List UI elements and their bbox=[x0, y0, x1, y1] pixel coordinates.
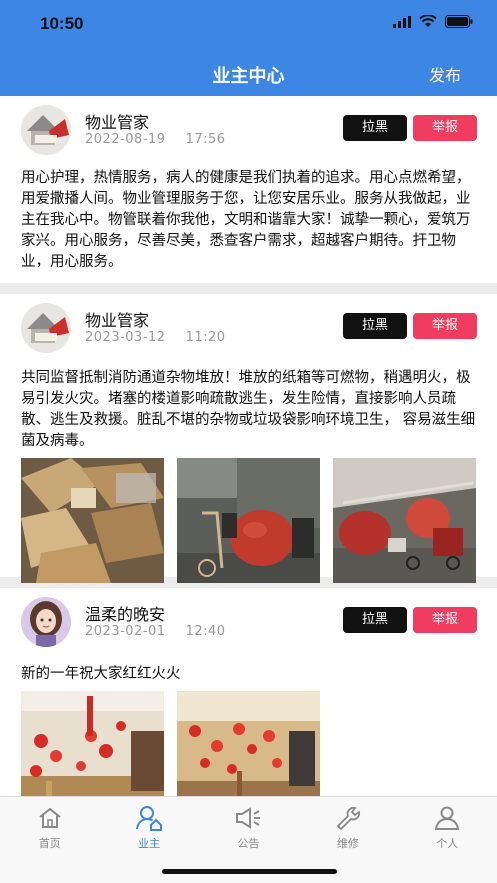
post-timestamp: 2022-08-19 17:56 bbox=[85, 132, 246, 147]
post-image[interactable] bbox=[333, 458, 476, 583]
tab-label: 业主 bbox=[138, 837, 161, 850]
tab-profile[interactable]: 个人 bbox=[398, 797, 497, 883]
report-button[interactable]: 举报 bbox=[413, 607, 477, 633]
author-name: 物业管家 bbox=[85, 311, 150, 330]
avatar[interactable] bbox=[21, 303, 71, 353]
owner-icon bbox=[99, 805, 198, 831]
post-timestamp: 2023-02-01 12:40 bbox=[85, 624, 246, 639]
header-bar: 10:50 业主中心 发布 bbox=[0, 0, 497, 96]
post-image[interactable] bbox=[177, 691, 320, 796]
post-time: 11:20 bbox=[185, 330, 226, 345]
page-title: 业主中心 bbox=[212, 66, 285, 87]
wifi-icon bbox=[419, 15, 437, 27]
post-feed[interactable]: 物业管家 2022-08-19 17:56 拉黑 举报 用心护理，热情服务，病人的… bbox=[0, 96, 497, 796]
post-card: 物业管家 2023-03-12 11:20 拉黑 举报 共同监督抵制消防通道杂物堆… bbox=[0, 294, 497, 583]
tab-label: 公告 bbox=[237, 837, 260, 850]
announcement-icon bbox=[199, 805, 298, 831]
post-date: 2022-08-19 bbox=[85, 132, 166, 147]
tab-label: 首页 bbox=[38, 837, 61, 850]
post-image[interactable] bbox=[177, 458, 320, 583]
author-name: 温柔的晚安 bbox=[85, 605, 166, 624]
report-button[interactable]: 举报 bbox=[413, 115, 477, 141]
person-icon bbox=[398, 805, 497, 831]
post-time: 17:56 bbox=[185, 132, 226, 147]
tab-home[interactable]: 首页 bbox=[0, 797, 99, 883]
post-time: 12:40 bbox=[185, 624, 226, 639]
status-time: 10:50 bbox=[40, 14, 84, 33]
post-image[interactable] bbox=[21, 691, 164, 796]
post-images bbox=[0, 685, 497, 796]
wrench-icon bbox=[298, 805, 397, 831]
post-card: 物业管家 2022-08-19 17:56 拉黑 举报 用心护理，热情服务，病人的… bbox=[0, 96, 497, 283]
post-image[interactable] bbox=[21, 458, 164, 583]
tab-label: 维修 bbox=[336, 837, 359, 850]
post-date: 2023-02-01 bbox=[85, 624, 166, 639]
post-content: 共同监督抵制消防通道杂物堆放！堆放的纸箱等可燃物，稍遇明火，极易引发火灾。堵塞的… bbox=[21, 370, 476, 449]
post-content: 新的一年祝大家红红火火 bbox=[21, 666, 181, 682]
publish-button[interactable]: 发布 bbox=[429, 62, 461, 86]
tab-label: 个人 bbox=[436, 837, 459, 850]
block-button[interactable]: 拉黑 bbox=[343, 607, 407, 633]
battery-icon bbox=[445, 15, 473, 28]
home-indicator bbox=[162, 869, 337, 874]
post-content: 用心护理，热情服务，病人的健康是我们执着的追求。用心点燃希望，用爱撒播人间。物业… bbox=[21, 170, 471, 270]
home-icon bbox=[0, 805, 99, 831]
post-header: 物业管家 2022-08-19 17:56 拉黑 举报 bbox=[0, 96, 497, 162]
post-header: 物业管家 2023-03-12 11:20 拉黑 举报 bbox=[0, 294, 497, 360]
block-button[interactable]: 拉黑 bbox=[343, 313, 407, 339]
post-images bbox=[0, 452, 497, 597]
status-icons bbox=[393, 15, 473, 28]
post-header: 温柔的晚安 2023-02-01 12:40 拉黑 举报 bbox=[0, 588, 497, 654]
report-button[interactable]: 举报 bbox=[413, 313, 477, 339]
post-timestamp: 2023-03-12 11:20 bbox=[85, 330, 246, 345]
block-button[interactable]: 拉黑 bbox=[343, 115, 407, 141]
avatar[interactable] bbox=[21, 105, 71, 155]
post-card: 温柔的晚安 2023-02-01 12:40 拉黑 举报 新的一年祝大家红红火火 bbox=[0, 588, 497, 796]
signal-icon bbox=[393, 15, 411, 28]
avatar[interactable] bbox=[21, 597, 71, 647]
post-date: 2023-03-12 bbox=[85, 330, 166, 345]
author-name: 物业管家 bbox=[85, 113, 150, 132]
